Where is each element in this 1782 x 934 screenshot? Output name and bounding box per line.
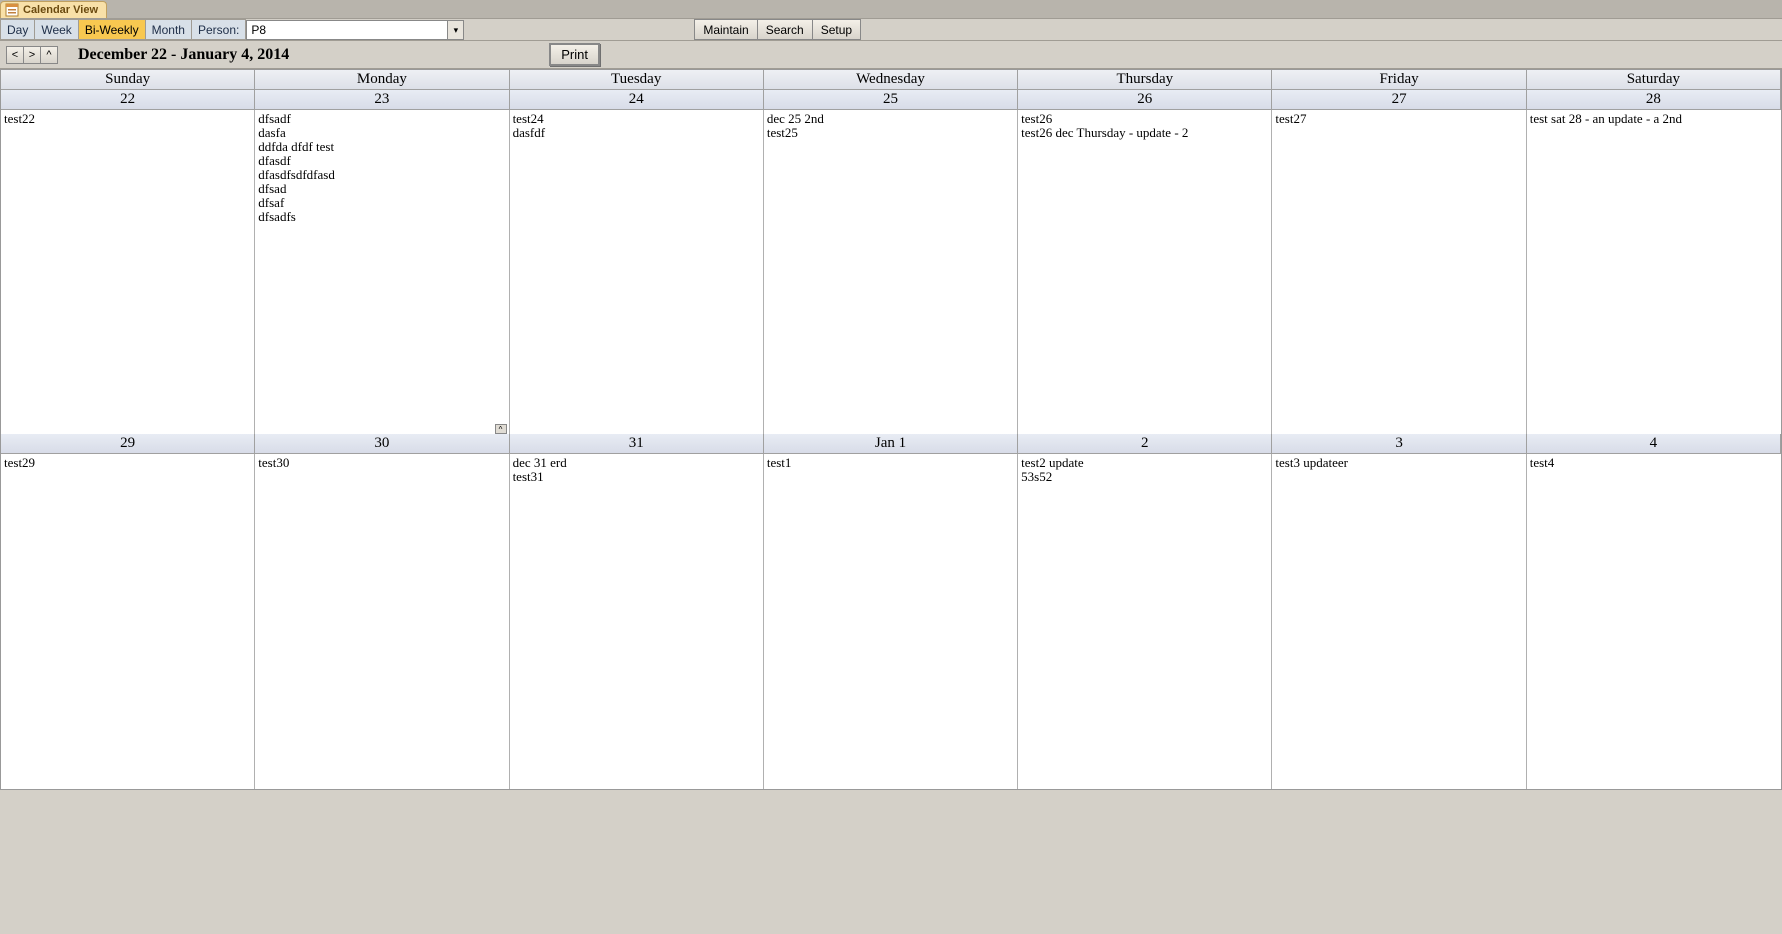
day-cell[interactable]: test1	[764, 454, 1018, 789]
date-header[interactable]: 24	[510, 90, 764, 110]
print-button[interactable]: Print	[549, 43, 600, 66]
dow-header: Monday	[255, 70, 509, 90]
view-tab-bi-weekly[interactable]: Bi-Weekly	[79, 19, 146, 40]
date-header[interactable]: 4	[1527, 434, 1781, 454]
date-header[interactable]: 2	[1018, 434, 1272, 454]
date-range-title: December 22 - January 4, 2014	[78, 46, 289, 64]
calendar-event[interactable]: dfsadf	[258, 112, 505, 126]
day-cell[interactable]: test24dasfdf	[510, 110, 764, 434]
day-cell[interactable]: test22	[1, 110, 255, 434]
day-cell[interactable]: test4	[1527, 454, 1781, 789]
person-input[interactable]	[247, 21, 447, 39]
calendar-event[interactable]: dfasdf	[258, 154, 505, 168]
calendar-event[interactable]: dasfdf	[513, 126, 760, 140]
window-tab[interactable]: Calendar View	[0, 1, 107, 18]
date-header[interactable]: 28	[1527, 90, 1781, 110]
calendar-event[interactable]: test3 updateer	[1275, 456, 1522, 470]
nav-row: < > ^ December 22 - January 4, 2014 Prin…	[0, 41, 1782, 69]
dow-header: Saturday	[1527, 70, 1781, 90]
day-cell[interactable]: test2 update53s52	[1018, 454, 1272, 789]
dow-header: Friday	[1272, 70, 1526, 90]
calendar-event[interactable]: dec 31 erd	[513, 456, 760, 470]
calendar-event[interactable]: test31	[513, 470, 760, 484]
calendar-event[interactable]: dec 25 2nd	[767, 112, 1014, 126]
day-cell[interactable]: test30	[255, 454, 509, 789]
view-tab-month[interactable]: Month	[146, 19, 192, 40]
calendar-event[interactable]: test26	[1021, 112, 1268, 126]
form-icon	[5, 3, 19, 17]
day-cell[interactable]: dec 25 2ndtest25	[764, 110, 1018, 434]
calendar-event[interactable]: test1	[767, 456, 1014, 470]
day-cell[interactable]: dec 31 erdtest31	[510, 454, 764, 789]
dow-header: Wednesday	[764, 70, 1018, 90]
date-header[interactable]: 26	[1018, 90, 1272, 110]
date-header[interactable]: 25	[764, 90, 1018, 110]
calendar-event[interactable]: test29	[4, 456, 251, 470]
day-cell[interactable]: test27	[1272, 110, 1526, 434]
calendar-event[interactable]: test27	[1275, 112, 1522, 126]
dow-header: Sunday	[1, 70, 255, 90]
calendar-window: Calendar View DayWeekBi-WeeklyMonth Pers…	[0, 0, 1782, 790]
calendar-event[interactable]: dasfa	[258, 126, 505, 140]
view-tab-week[interactable]: Week	[35, 19, 78, 40]
date-header[interactable]: 31	[510, 434, 764, 454]
chevron-down-icon[interactable]: ▾	[447, 21, 463, 39]
date-header[interactable]: Jan 1	[764, 434, 1018, 454]
search-button[interactable]: Search	[758, 19, 813, 40]
calendar-event[interactable]: test22	[4, 112, 251, 126]
next-button[interactable]: >	[23, 46, 41, 64]
calendar-event[interactable]: test2 update	[1021, 456, 1268, 470]
dow-header: Thursday	[1018, 70, 1272, 90]
maintain-button[interactable]: Maintain	[694, 19, 757, 40]
dow-header: Tuesday	[510, 70, 764, 90]
calendar-event[interactable]: test26 dec Thursday - update - 2	[1021, 126, 1268, 140]
window-title: Calendar View	[23, 4, 98, 16]
calendar-event[interactable]: test25	[767, 126, 1014, 140]
setup-button[interactable]: Setup	[813, 19, 861, 40]
calendar-event[interactable]: test24	[513, 112, 760, 126]
date-header[interactable]: 22	[1, 90, 255, 110]
date-header[interactable]: 30	[255, 434, 509, 454]
calendar-event[interactable]: test4	[1530, 456, 1778, 470]
day-cell[interactable]: test29	[1, 454, 255, 789]
day-cell[interactable]: dfsadfdasfaddfda dfdf testdfasdfdfasdfsd…	[255, 110, 509, 434]
day-cell[interactable]: test26test26 dec Thursday - update - 2	[1018, 110, 1272, 434]
calendar-grid: SundayMondayTuesdayWednesdayThursdayFrid…	[0, 69, 1782, 790]
calendar-event[interactable]: dfsadfs	[258, 210, 505, 224]
prev-button[interactable]: <	[6, 46, 24, 64]
day-cell[interactable]: test3 updateer	[1272, 454, 1526, 789]
date-header[interactable]: 29	[1, 434, 255, 454]
person-label: Person:	[192, 19, 246, 40]
calendar-event[interactable]: test sat 28 - an update - a 2nd	[1530, 112, 1778, 126]
view-toolbar: DayWeekBi-WeeklyMonth Person: ▾ Maintain…	[0, 19, 1782, 41]
date-header[interactable]: 23	[255, 90, 509, 110]
person-combo[interactable]: ▾	[246, 20, 464, 40]
scroll-up-icon[interactable]: ^	[495, 424, 507, 434]
calendar-event[interactable]: ddfda dfdf test	[258, 140, 505, 154]
date-header[interactable]: 3	[1272, 434, 1526, 454]
calendar-event[interactable]: dfsad	[258, 182, 505, 196]
day-cell[interactable]: test sat 28 - an update - a 2nd	[1527, 110, 1781, 434]
calendar-event[interactable]: 53s52	[1021, 470, 1268, 484]
title-bar: Calendar View	[0, 0, 1782, 19]
calendar-event[interactable]: dfsaf	[258, 196, 505, 210]
up-button[interactable]: ^	[40, 46, 58, 64]
view-tab-day[interactable]: Day	[0, 19, 35, 40]
calendar-event[interactable]: dfasdfsdfdfasd	[258, 168, 505, 182]
date-header[interactable]: 27	[1272, 90, 1526, 110]
calendar-event[interactable]: test30	[258, 456, 505, 470]
